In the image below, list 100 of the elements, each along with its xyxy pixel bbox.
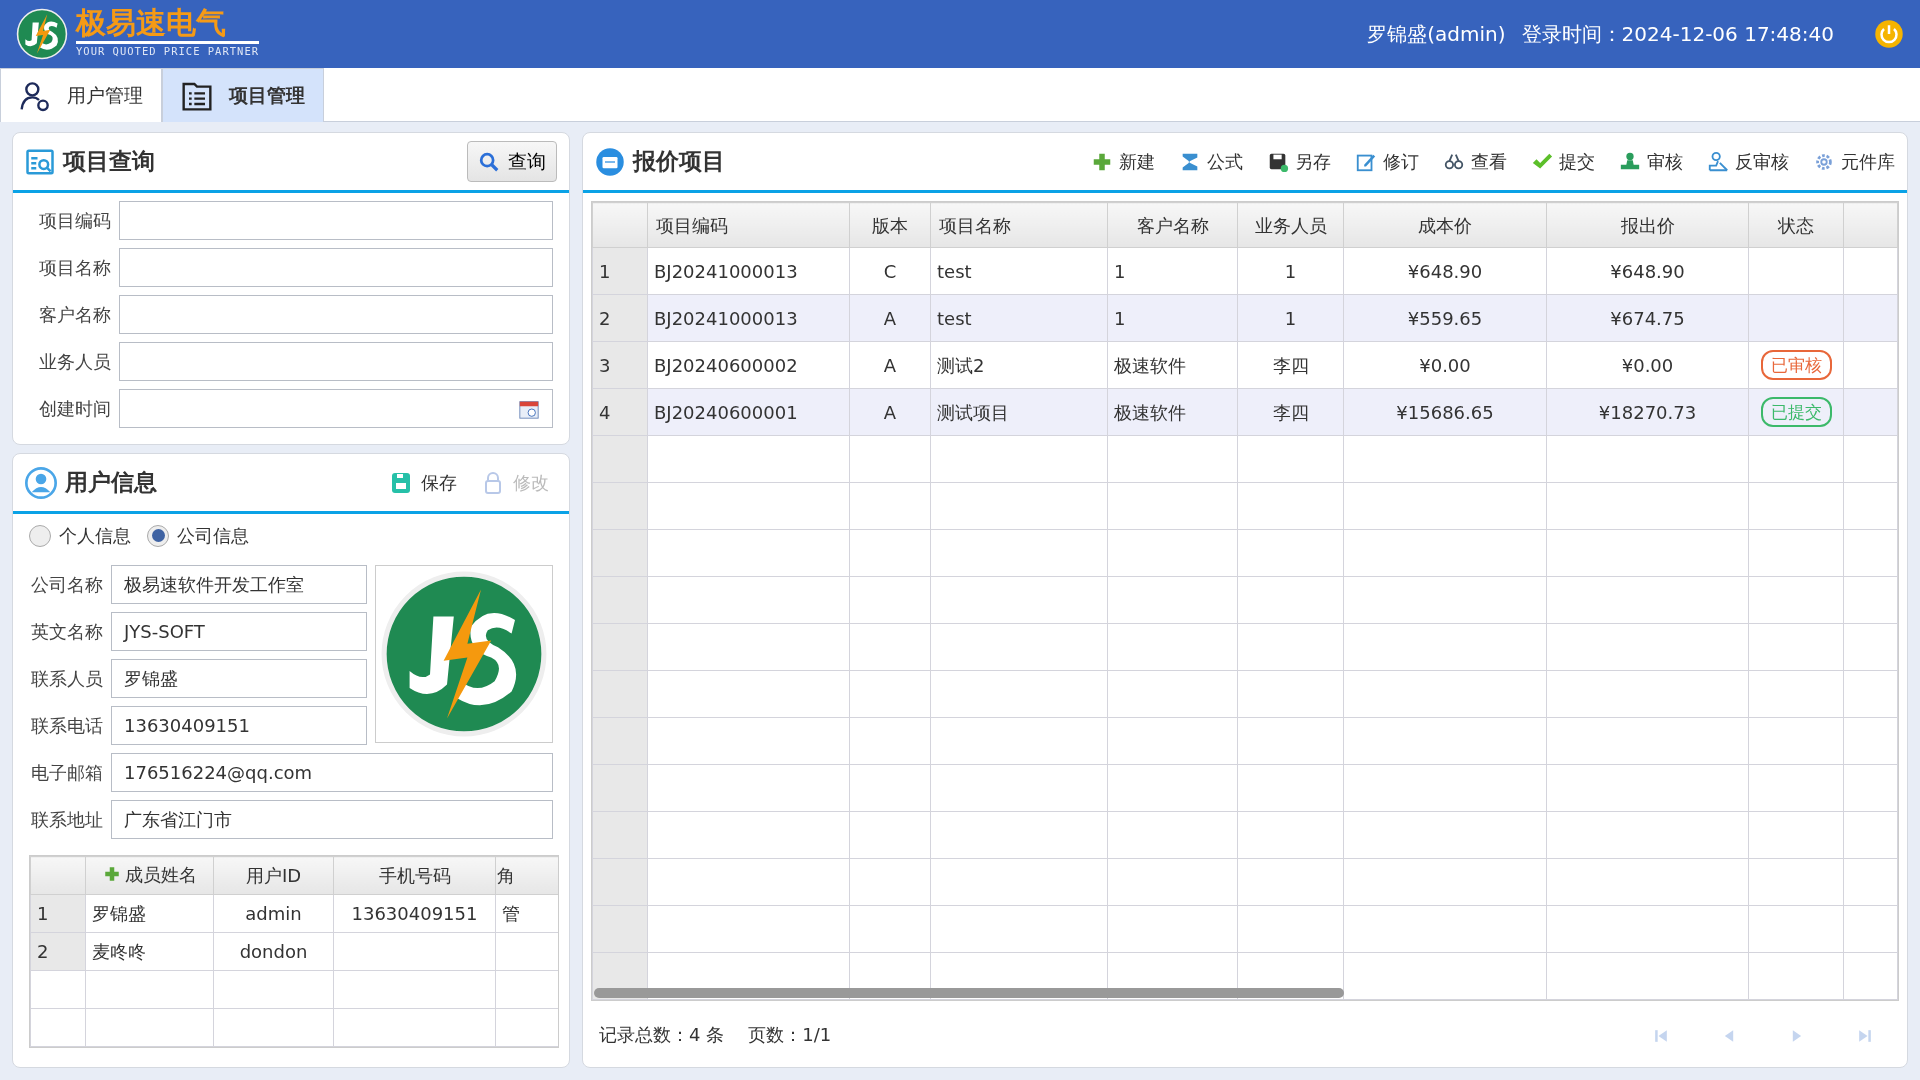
field-label: 电子邮箱: [30, 761, 103, 785]
row-number: 4: [592, 388, 648, 436]
query-button[interactable]: 查询: [467, 141, 557, 182]
toolbar-button[interactable]: 新建: [1091, 148, 1155, 175]
panel-title: 项目查询: [63, 147, 155, 177]
field-label: 项目名称: [38, 256, 111, 280]
column-header: 角: [495, 856, 558, 895]
radio-label: 个人信息: [59, 524, 131, 548]
toolbar-button[interactable]: 查看: [1443, 148, 1507, 175]
row-number: 1: [592, 247, 648, 295]
field-label: 创建时间: [38, 397, 111, 421]
table-cell: 1: [1237, 294, 1344, 342]
table-cell: ¥559.65: [1343, 294, 1547, 342]
table-cell: 麦咚咚: [85, 932, 214, 971]
field-label: 联系人员: [30, 667, 103, 691]
table-cell: ¥648.90: [1546, 247, 1749, 295]
toolbar-button[interactable]: 公式: [1179, 148, 1243, 175]
tab[interactable]: 项目管理: [162, 68, 324, 122]
text-field[interactable]: 13630409151: [111, 706, 367, 745]
status-badge: 已提交: [1760, 397, 1832, 427]
user-icon: [25, 466, 57, 499]
tab[interactable]: 用户管理: [0, 68, 162, 122]
table-cell: ¥0.00: [1343, 341, 1547, 389]
column-header: 成本价: [1343, 202, 1547, 248]
table-cell: A: [849, 388, 931, 436]
table-cell: 李四: [1237, 341, 1344, 389]
field-label: 英文名称: [30, 620, 103, 644]
toolbar-button[interactable]: 提交: [1531, 148, 1595, 175]
table-cell: 测试项目: [930, 388, 1108, 436]
scrollbar[interactable]: [594, 988, 1344, 998]
table-cell: 1: [1107, 247, 1238, 295]
text-field[interactable]: 罗锦盛: [111, 659, 367, 698]
toolbar-button[interactable]: 反审核: [1707, 148, 1789, 175]
column-header: 成员姓名: [124, 862, 197, 887]
text-field[interactable]: [119, 295, 553, 334]
column-header: 项目名称: [930, 202, 1108, 248]
logo-icon: [16, 8, 68, 60]
table-cell: ¥18270.73: [1546, 388, 1749, 436]
date-field[interactable]: [119, 389, 553, 428]
row-number: 1: [30, 894, 86, 933]
panel-title: 报价项目: [633, 147, 725, 177]
column-header: 手机号码: [333, 856, 496, 895]
save-button[interactable]: 保存: [389, 469, 457, 496]
brand-slogan: YOUR QUOTED PRICE PARTNER: [76, 44, 260, 60]
search-icon: [478, 150, 500, 173]
table-cell: A: [849, 294, 931, 342]
table-cell: 13630409151: [333, 894, 496, 933]
radio-button[interactable]: [29, 524, 51, 547]
field-label: 公司名称: [30, 573, 103, 597]
brand-title: 极易速电气: [76, 8, 260, 45]
text-field[interactable]: 176516224@qq.com: [111, 753, 553, 792]
toolbar-button[interactable]: 修订: [1355, 148, 1419, 175]
table-cell: C: [849, 247, 931, 295]
field-label: 联系地址: [30, 808, 103, 832]
table-cell: 1: [1107, 294, 1238, 342]
page-count: 页数：1/1: [748, 1022, 832, 1047]
column-header: 项目编码: [647, 202, 850, 248]
field-label: 客户名称: [38, 303, 111, 327]
table-cell: BJ20241000013: [647, 294, 850, 342]
column-header: 用户ID: [213, 856, 334, 895]
table-cell: BJ20241000013: [647, 247, 850, 295]
toolbar-button[interactable]: 元件库: [1813, 148, 1895, 175]
user-gear-icon: [19, 79, 51, 112]
field-label: 业务人员: [38, 350, 111, 374]
column-header: 业务人员: [1237, 202, 1344, 248]
column-header: 版本: [849, 202, 931, 248]
radio-button[interactable]: [147, 524, 169, 547]
text-field[interactable]: JYS-SOFT: [111, 612, 367, 651]
folder-icon: [595, 146, 625, 177]
table-cell: 极速软件: [1107, 341, 1238, 389]
table-cell: 李四: [1237, 388, 1344, 436]
field-label: 项目编码: [38, 209, 111, 233]
table-cell: test: [930, 247, 1108, 295]
table-cell: dondon: [213, 932, 334, 971]
table-cell: ¥0.00: [1546, 341, 1749, 389]
login-time: 登录时间：2024-12-06 17:48:40: [1521, 21, 1834, 48]
field-label: 联系电话: [30, 714, 103, 738]
table-cell: ¥15686.65: [1343, 388, 1547, 436]
row-number: 2: [592, 294, 648, 342]
text-field[interactable]: [119, 248, 553, 287]
toolbar-button[interactable]: 审核: [1619, 148, 1683, 175]
radio-label: 公司信息: [177, 524, 249, 548]
table-cell: A: [849, 341, 931, 389]
text-field[interactable]: [119, 201, 553, 240]
text-field[interactable]: [119, 342, 553, 381]
power-button[interactable]: [1874, 19, 1904, 49]
row-number: 3: [592, 341, 648, 389]
column-header: 客户名称: [1107, 202, 1238, 248]
text-field[interactable]: 极易速软件开发工作室: [111, 565, 367, 604]
person-stamp-icon: [1707, 150, 1729, 173]
table-cell: 罗锦盛: [85, 894, 214, 933]
text-field[interactable]: 广东省江门市: [111, 800, 553, 839]
plus-icon: [102, 865, 121, 884]
table-cell: admin: [213, 894, 334, 933]
column-header: 状态: [1748, 202, 1844, 248]
table-cell: 极速软件: [1107, 388, 1238, 436]
table-cell: ¥674.75: [1546, 294, 1749, 342]
toolbar-button[interactable]: 另存: [1267, 148, 1331, 175]
row-number: 2: [30, 932, 86, 971]
table-cell: BJ20240600002: [647, 341, 850, 389]
